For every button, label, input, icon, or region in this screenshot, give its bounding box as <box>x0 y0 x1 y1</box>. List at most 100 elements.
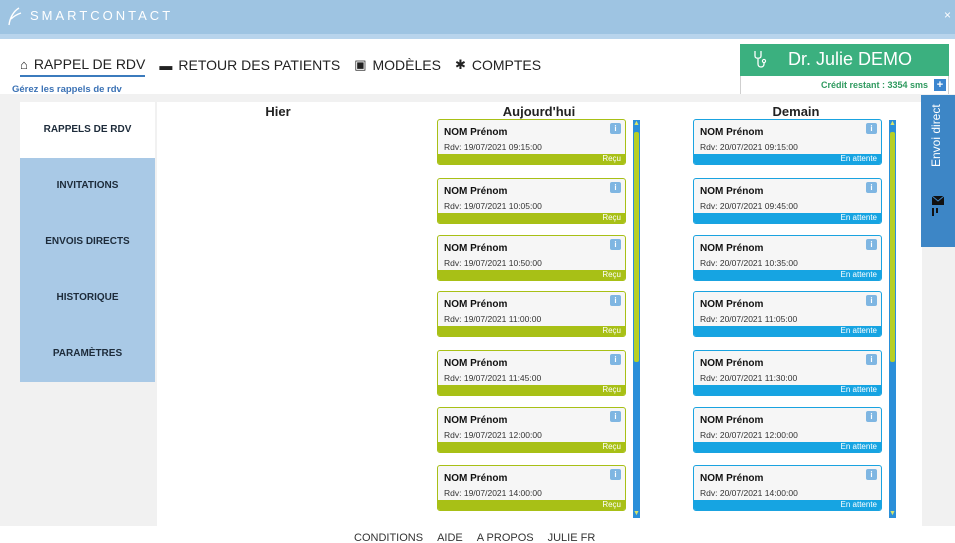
patient-name: NOM Prénom <box>700 415 764 426</box>
nav-label: MODÈLES <box>372 57 441 73</box>
info-icon[interactable]: i <box>610 295 621 306</box>
nav-retour-des-patients[interactable]: ▬ RETOUR DES PATIENTS <box>159 53 340 77</box>
appointment-card[interactable]: NOM Prénom Rdv: 20/07/2021 12:00:00 i En at… <box>693 407 882 453</box>
footer: CONDITIONS AIDE A PROPOS JULIE FR <box>0 526 955 543</box>
appointment-card[interactable]: NOM Prénom Rdv: 19/07/2021 09:15:00 i Reçu <box>437 119 626 165</box>
patient-name: NOM Prénom <box>444 473 508 484</box>
gear-icon: ✱ <box>454 57 466 72</box>
patient-name: NOM Prénom <box>444 127 508 138</box>
column-title-demain: Demain <box>772 104 820 119</box>
status-badge: Reçu <box>438 326 625 336</box>
appointment-datetime: Rdv: 19/07/2021 10:50:00 <box>444 258 542 268</box>
scroll-up-icon[interactable]: ▲ <box>889 120 896 128</box>
appointment-datetime: Rdv: 19/07/2021 11:00:00 <box>444 314 542 324</box>
info-icon[interactable]: i <box>866 239 877 250</box>
appointment-card[interactable]: NOM Prénom Rdv: 19/07/2021 12:00:00 i Reçu <box>437 407 626 453</box>
appointment-card[interactable]: NOM Prénom Rdv: 19/07/2021 10:05:00 i Reçu <box>437 178 626 224</box>
info-icon[interactable]: i <box>610 239 621 250</box>
app-logo-icon <box>8 7 22 26</box>
scroll-down-icon[interactable]: ▼ <box>633 510 640 518</box>
info-icon[interactable]: i <box>610 354 621 365</box>
patient-name: NOM Prénom <box>444 299 508 310</box>
status-badge: En attente <box>694 154 881 164</box>
add-credit-button[interactable]: + <box>934 79 946 91</box>
appointment-card[interactable]: NOM Prénom Rdv: 19/07/2021 11:45:00 i Reçu <box>437 350 626 396</box>
close-icon[interactable]: × <box>944 8 951 22</box>
home-icon: ⌂ <box>20 56 28 72</box>
info-icon[interactable]: i <box>610 182 621 193</box>
nav-rappel-de-rdv[interactable]: ⌂ RAPPEL DE RDV <box>20 53 146 77</box>
status-badge: Reçu <box>438 213 625 223</box>
doctor-name: Dr. Julie DEMO <box>788 49 913 69</box>
feedback-icon: ▬ <box>159 57 173 73</box>
info-icon[interactable]: i <box>866 123 877 134</box>
scroll-thumb[interactable] <box>634 132 639 362</box>
sidebar-item-envois-directs[interactable]: ENVOIS DIRECTS <box>20 214 155 270</box>
app-title: SMARTCONTACT <box>30 8 174 23</box>
appointment-datetime: Rdv: 19/07/2021 12:00:00 <box>444 430 542 440</box>
appointment-card[interactable]: NOM Prénom Rdv: 19/07/2021 14:00:00 i Reçu <box>437 465 626 511</box>
envoi-direct-tab[interactable]: Envoi direct <box>921 95 955 247</box>
patient-name: NOM Prénom <box>700 186 764 197</box>
status-badge: En attente <box>694 270 881 280</box>
header: ⌂ RAPPEL DE RDV ▬ RETOUR DES PATIENTS ▣ … <box>0 34 955 96</box>
info-icon[interactable]: i <box>610 123 621 134</box>
status-badge: En attente <box>694 326 881 336</box>
nav-label: RAPPEL DE RDV <box>33 56 146 72</box>
footer-link-a-propos[interactable]: A PROPOS <box>477 532 534 543</box>
appointment-datetime: Rdv: 20/07/2021 12:00:00 <box>700 430 798 440</box>
info-icon[interactable]: i <box>866 295 877 306</box>
info-icon[interactable]: i <box>610 411 621 422</box>
sidebar: RAPPELS DE RDV INVITATIONS ENVOIS DIRECT… <box>20 102 155 382</box>
envoi-direct-label: Envoi direct <box>929 104 943 167</box>
info-icon[interactable]: i <box>866 182 877 193</box>
info-icon[interactable]: i <box>610 469 621 480</box>
footer-link-aide[interactable]: AIDE <box>437 532 463 543</box>
nav-modeles[interactable]: ▣ MODÈLES <box>354 53 441 77</box>
scroll-up-icon[interactable]: ▲ <box>633 120 640 128</box>
nav-comptes[interactable]: ✱ COMPTES <box>455 53 541 77</box>
appointment-datetime: Rdv: 20/07/2021 11:30:00 <box>700 373 798 383</box>
patient-name: NOM Prénom <box>700 243 764 254</box>
sidebar-item-historique[interactable]: HISTORIQUE <box>20 270 155 326</box>
appointment-card[interactable]: NOM Prénom Rdv: 19/07/2021 10:50:00 i Reçu <box>437 235 626 281</box>
scrollbar-aujourdhui[interactable]: ▲ ▼ <box>633 120 640 518</box>
doctor-account[interactable]: Dr. Julie DEMO <box>740 44 949 76</box>
info-icon[interactable]: i <box>866 411 877 422</box>
footer-link-language[interactable]: JULIE FR <box>548 532 596 543</box>
appointment-datetime: Rdv: 19/07/2021 09:15:00 <box>444 142 542 152</box>
sidebar-item-parametres[interactable]: PARAMÈTRES <box>20 326 155 382</box>
calendar-icon: ▣ <box>354 57 367 72</box>
appointment-card[interactable]: NOM Prénom Rdv: 20/07/2021 11:05:00 i En at… <box>693 291 882 337</box>
nav-label: COMPTES <box>471 57 542 73</box>
reminder-board: Hier Aujourd'hui Demain NOM Prénom Rdv: 1… <box>157 102 922 526</box>
sidebar-item-invitations[interactable]: INVITATIONS <box>20 158 155 214</box>
column-title-aujourdhui: Aujourd'hui <box>502 104 576 119</box>
status-badge: En attente <box>694 385 881 395</box>
scroll-down-icon[interactable]: ▼ <box>889 510 896 518</box>
scrollbar-demain[interactable]: ▲ ▼ <box>889 120 896 518</box>
appointment-card[interactable]: NOM Prénom Rdv: 20/07/2021 14:00:00 i En at… <box>693 465 882 511</box>
appointment-card[interactable]: NOM Prénom Rdv: 20/07/2021 09:15:00 i En at… <box>693 119 882 165</box>
appointment-card[interactable]: NOM Prénom Rdv: 20/07/2021 10:35:00 i En at… <box>693 235 882 281</box>
appointment-datetime: Rdv: 20/07/2021 14:00:00 <box>700 488 798 498</box>
footer-link-conditions[interactable]: CONDITIONS <box>354 532 423 543</box>
appointment-card[interactable]: NOM Prénom Rdv: 20/07/2021 09:45:00 i En at… <box>693 178 882 224</box>
info-icon[interactable]: i <box>866 354 877 365</box>
scroll-thumb[interactable] <box>890 132 895 362</box>
appointment-datetime: Rdv: 19/07/2021 14:00:00 <box>444 488 542 498</box>
status-badge: Reçu <box>438 500 625 510</box>
appointment-card[interactable]: NOM Prénom Rdv: 20/07/2021 11:30:00 i En at… <box>693 350 882 396</box>
patient-name: NOM Prénom <box>444 243 508 254</box>
patient-name: NOM Prénom <box>444 415 508 426</box>
sidebar-item-rappels[interactable]: RAPPELS DE RDV <box>20 102 155 158</box>
appointment-datetime: Rdv: 20/07/2021 09:45:00 <box>700 201 798 211</box>
status-badge: En attente <box>694 500 881 510</box>
patient-name: NOM Prénom <box>700 127 764 138</box>
status-badge: Reçu <box>438 270 625 280</box>
appointment-datetime: Rdv: 20/07/2021 11:05:00 <box>700 314 798 324</box>
appointment-card[interactable]: NOM Prénom Rdv: 19/07/2021 11:00:00 i Reçu <box>437 291 626 337</box>
patient-name: NOM Prénom <box>444 186 508 197</box>
appointment-datetime: Rdv: 20/07/2021 10:35:00 <box>700 258 798 268</box>
info-icon[interactable]: i <box>866 469 877 480</box>
